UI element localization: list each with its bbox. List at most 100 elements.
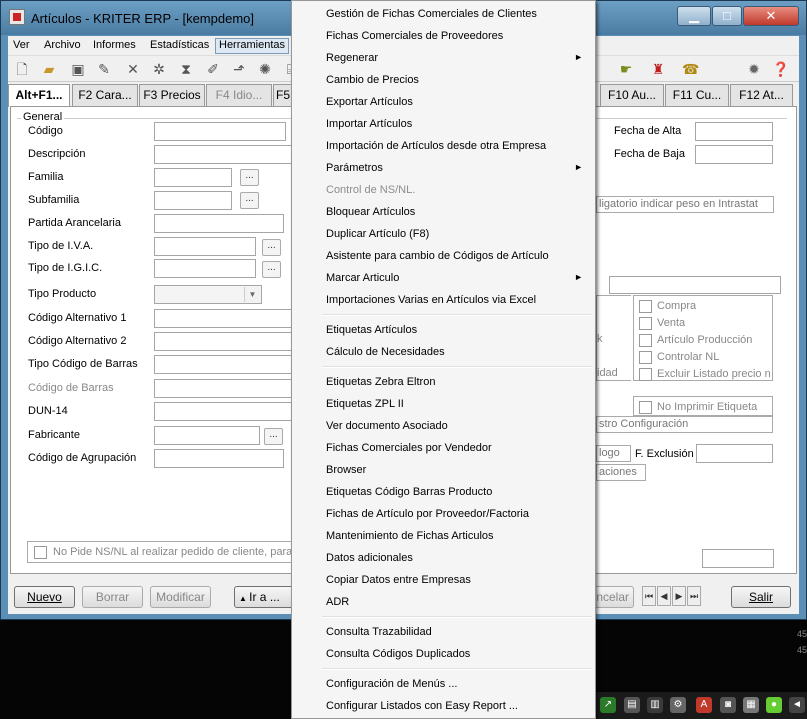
barras-input[interactable] xyxy=(154,379,300,398)
new-document-icon[interactable]: 🗋 xyxy=(14,61,30,77)
save-icon[interactable]: ▣ xyxy=(70,61,86,77)
minimize-button[interactable]: ▁ xyxy=(677,6,711,26)
menu-item[interactable]: Duplicar Artículo (F8) xyxy=(292,223,595,245)
menu-item[interactable]: Marcar Articulo ► xyxy=(292,267,595,289)
igic-lookup-button[interactable]: ... xyxy=(262,261,281,278)
agrupacion-input[interactable] xyxy=(154,449,284,468)
window-tray-icon[interactable]: ▤ xyxy=(624,697,640,713)
menu-item[interactable]: Etiquetas ZPL II xyxy=(292,393,595,415)
menu-item[interactable]: Ver documento Asociado xyxy=(292,415,595,437)
produccion-checkbox[interactable] xyxy=(639,334,652,347)
edit-icon[interactable]: ✎ xyxy=(96,61,112,77)
chart-tray-icon[interactable]: ↗ xyxy=(600,697,616,713)
phone-icon[interactable]: ☎ xyxy=(682,61,699,77)
network-tray-icon[interactable]: ▥ xyxy=(647,697,663,713)
app-icon[interactable] xyxy=(9,9,25,25)
venta-checkbox[interactable] xyxy=(639,317,652,330)
menu-item[interactable]: Cambio de Precios xyxy=(292,69,595,91)
alt1-input[interactable] xyxy=(154,309,300,328)
monitor-tray-icon[interactable]: ▦ xyxy=(743,697,759,713)
tab-f5[interactable]: F5 xyxy=(273,84,293,106)
igic-input[interactable] xyxy=(154,259,256,278)
menu-item[interactable]: Mantenimiento de Fichas Articulos xyxy=(292,525,595,547)
menu-item[interactable]: Configuración de Menús ... xyxy=(292,673,595,695)
fecha-alta-input[interactable] xyxy=(695,122,773,141)
next-record-icon[interactable]: ▶ xyxy=(672,586,686,606)
menu-item[interactable]: Parámetros ► xyxy=(292,157,595,179)
iva-lookup-button[interactable]: ... xyxy=(262,239,281,256)
menu-item[interactable]: Importaciones Varias en Artículos via Ex… xyxy=(292,289,595,311)
pen-icon[interactable]: ✐ xyxy=(205,61,221,77)
excluir-listado-checkbox[interactable] xyxy=(639,368,652,381)
fecha-baja-input[interactable] xyxy=(695,145,773,164)
familia-lookup-button[interactable]: ... xyxy=(240,169,259,186)
pdf-tray-icon[interactable]: A xyxy=(696,697,712,713)
subfamilia-input[interactable] xyxy=(154,191,232,210)
f-exclusion-input[interactable] xyxy=(696,444,773,463)
settings-tray-icon[interactable]: ⚙ xyxy=(670,697,686,713)
borrar-button[interactable]: Borrar xyxy=(82,586,143,608)
fabricante-lookup-button[interactable]: ... xyxy=(264,428,283,445)
lamp-icon[interactable]: ✹ xyxy=(746,61,762,77)
nuevo-button[interactable]: Nuevo xyxy=(14,586,75,608)
menu-item[interactable]: Browser xyxy=(292,459,595,481)
gear-icon[interactable]: ✺ xyxy=(257,61,273,77)
menu-item[interactable]: Configurar Listados con Easy Report ... xyxy=(292,695,595,717)
update-tray-icon[interactable]: ● xyxy=(766,697,782,713)
menu-item[interactable]: Cálculo de Necesidades xyxy=(292,341,595,363)
menu-item[interactable]: Datos adicionales xyxy=(292,547,595,569)
menu-item[interactable]: Copiar Datos entre Empresas xyxy=(292,569,595,591)
menu-item[interactable]: Etiquetas Código Barras Producto xyxy=(292,481,595,503)
menu-item[interactable]: Fichas Comerciales de Proveedores xyxy=(292,25,595,47)
tab-f11[interactable]: F11 Cu... xyxy=(665,84,729,106)
menu-item[interactable]: Importar Artículos xyxy=(292,113,595,135)
subfamilia-lookup-button[interactable]: ... xyxy=(240,192,259,209)
menu-item[interactable]: Control de NS/NL. xyxy=(292,179,595,201)
menu-item[interactable]: Etiquetas Zebra Eltron xyxy=(292,371,595,393)
compra-checkbox[interactable] xyxy=(639,300,652,313)
ns-nl-checkbox[interactable] xyxy=(34,546,47,559)
menu-item[interactable]: Fichas Comerciales por Vendedor xyxy=(292,437,595,459)
open-folder-icon[interactable]: ▰ xyxy=(41,61,57,77)
prev-record-icon[interactable]: ◀ xyxy=(657,586,671,606)
arrow-icon[interactable]: ⬏ xyxy=(231,61,247,77)
controlar-nl-checkbox[interactable] xyxy=(639,351,652,364)
bottom-right-input[interactable] xyxy=(702,549,774,568)
codigo-input[interactable] xyxy=(154,122,286,141)
producto-select[interactable]: ▼ xyxy=(154,285,262,304)
modificar-button[interactable]: Modificar xyxy=(150,586,211,608)
fabricante-input[interactable] xyxy=(154,426,260,445)
menu-item[interactable]: Consulta Códigos Duplicados xyxy=(292,643,595,665)
menu-informes[interactable]: Informes xyxy=(89,39,140,51)
dun-input[interactable] xyxy=(154,402,300,421)
tab-f10[interactable]: F10 Au... xyxy=(600,84,664,106)
iva-input[interactable] xyxy=(154,237,256,256)
tab-f12[interactable]: F12 At... xyxy=(730,84,793,106)
menu-item[interactable]: Etiquetas Artículos xyxy=(292,319,595,341)
menu-herramientas[interactable]: Herramientas xyxy=(215,38,290,54)
first-record-icon[interactable]: ⏮ xyxy=(642,586,656,606)
tab-precios[interactable]: F3 Precios xyxy=(139,84,205,106)
no-imprimir-checkbox[interactable] xyxy=(639,401,652,414)
alt2-input[interactable] xyxy=(154,332,300,351)
tab-caracteristicas[interactable]: F2 Cara... xyxy=(72,84,138,106)
bag-icon[interactable]: ♜ xyxy=(650,61,666,77)
menu-item[interactable]: Importación de Artículos desde otra Empr… xyxy=(292,135,595,157)
menu-item[interactable]: Exportar Artículos xyxy=(292,91,595,113)
familia-input[interactable] xyxy=(154,168,232,187)
tab-general[interactable]: Alt+F1... xyxy=(8,84,70,107)
salir-button[interactable]: Salir xyxy=(731,586,791,608)
tools-icon[interactable]: ✲ xyxy=(151,61,167,77)
menu-estadisticas[interactable]: Estadísticas xyxy=(146,39,213,51)
partida-input[interactable] xyxy=(154,214,284,233)
menu-item[interactable]: Regenerar ► xyxy=(292,47,595,69)
speaker-tray-icon[interactable]: ◄ xyxy=(789,697,805,713)
hand-icon[interactable]: ☛ xyxy=(618,61,634,77)
menu-item[interactable]: Gestión de Fichas Comerciales de Cliente… xyxy=(292,3,595,25)
menu-item[interactable]: Fichas de Artículo por Proveedor/Factori… xyxy=(292,503,595,525)
menu-ver[interactable]: Ver xyxy=(9,39,34,51)
menu-item[interactable]: Asistente para cambio de Códigos de Artí… xyxy=(292,245,595,267)
last-record-icon[interactable]: ⏭ xyxy=(687,586,701,606)
right-text-input[interactable] xyxy=(609,276,781,294)
ir-a-button[interactable]: ▲ Ir a ... xyxy=(234,586,298,608)
